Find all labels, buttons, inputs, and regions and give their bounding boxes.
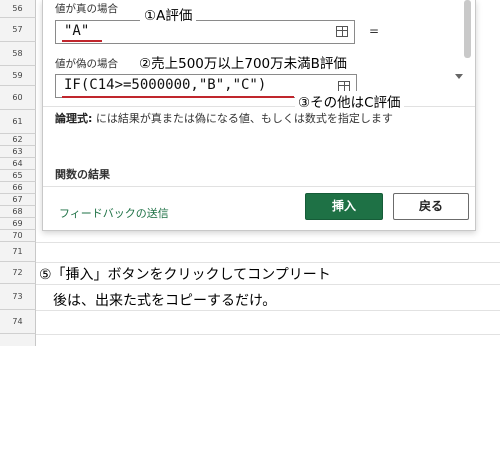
- value-if-true-equals: =: [369, 24, 380, 38]
- grid-line: [36, 242, 500, 243]
- annotation-b-eval: ②売上500万以上700万未満B評価: [136, 52, 350, 72]
- grid-line: [36, 310, 500, 311]
- row-header[interactable]: 73: [0, 284, 36, 310]
- row-header[interactable]: 69: [0, 218, 36, 230]
- feedback-link[interactable]: フィードバックの送信: [59, 205, 169, 221]
- grid-line: [36, 284, 500, 285]
- row-header[interactable]: 63: [0, 146, 36, 158]
- value-if-false-value: IF(C14>=5000000,"B","C"): [64, 77, 267, 93]
- row-header[interactable]: 60: [0, 86, 36, 110]
- row-header[interactable]: 58: [0, 42, 36, 66]
- grid-line: [36, 262, 500, 263]
- row-header[interactable]: 65: [0, 170, 36, 182]
- row-header[interactable]: 74: [0, 310, 36, 334]
- value-if-true-field[interactable]: "A": [55, 20, 355, 44]
- divider: [43, 186, 475, 187]
- chevron-down-icon[interactable]: [455, 74, 463, 79]
- row-header[interactable]: 64: [0, 158, 36, 170]
- value-if-true-value: "A": [64, 23, 90, 39]
- range-select-icon[interactable]: [336, 26, 348, 37]
- annotation-c-eval: ③その他はC評価: [295, 91, 404, 111]
- divider: [43, 106, 475, 107]
- description-text: には結果が真または偽になる値、もしくは数式を指定します: [92, 112, 393, 125]
- row-header[interactable]: 56: [0, 0, 36, 18]
- row-header[interactable]: 57: [0, 18, 36, 42]
- argument-description: 論理式: には結果が真または偽になる値、もしくは数式を指定します: [55, 110, 457, 127]
- row-header[interactable]: 70: [0, 230, 36, 242]
- function-result-label: 関数の結果: [55, 168, 110, 181]
- row-header[interactable]: 68: [0, 206, 36, 218]
- value-if-false-underline: [62, 96, 294, 98]
- annotation-a-eval: ①A評価: [140, 3, 197, 25]
- function-arguments-dialog: 値が真の場合 "A" = 値が偽の場合 IF(C14>=5000000,"B",…: [42, 0, 476, 231]
- insert-button[interactable]: 挿入: [305, 193, 383, 220]
- row-header[interactable]: 66: [0, 182, 36, 194]
- grid-line: [36, 334, 500, 335]
- row-header[interactable]: 71: [0, 242, 36, 262]
- description-bold: 論理式:: [55, 112, 93, 125]
- row-header[interactable]: 61: [0, 110, 36, 134]
- row-header[interactable]: 59: [0, 66, 36, 86]
- dialog-scrollbar[interactable]: [464, 0, 471, 58]
- value-if-true-underline: [62, 40, 102, 42]
- value-if-true-label: 値が真の場合: [55, 3, 118, 15]
- note-line-2: 後は、出来た式をコピーするだけ。: [53, 293, 277, 309]
- back-button[interactable]: 戻る: [393, 193, 469, 220]
- row-header[interactable]: 72: [0, 262, 36, 284]
- row-header[interactable]: 62: [0, 134, 36, 146]
- row-header[interactable]: 67: [0, 194, 36, 206]
- note-line-1: ⑤「挿入」ボタンをクリックしてコンプリート: [39, 267, 331, 283]
- value-if-false-label: 値が偽の場合: [55, 58, 118, 70]
